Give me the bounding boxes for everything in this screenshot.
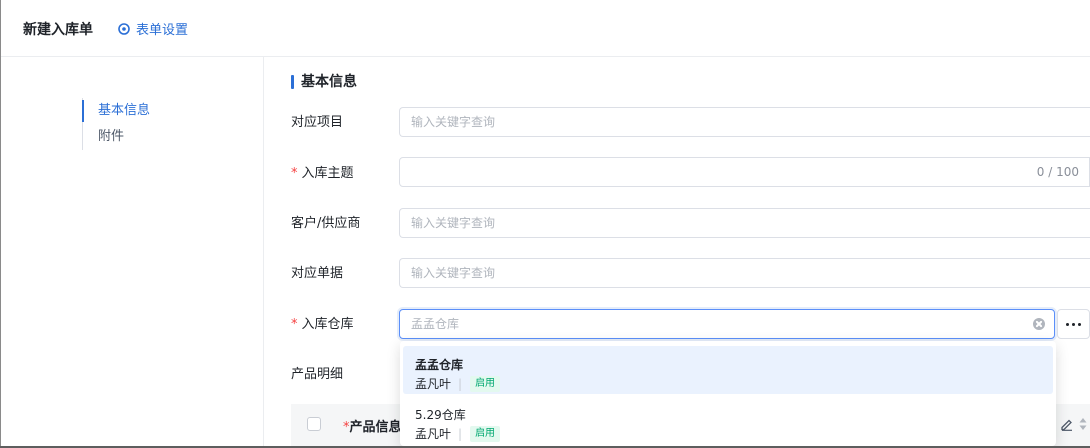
customer-field[interactable]: [399, 208, 1090, 238]
status-badge: 启用: [470, 375, 501, 392]
section-anchor-nav: 基本信息 附件: [81, 98, 151, 150]
settings-ring-icon: [118, 22, 130, 35]
document-field[interactable]: [399, 258, 1090, 288]
nav-item-attachments[interactable]: 附件: [83, 124, 150, 150]
more-options-button[interactable]: [1057, 309, 1090, 339]
char-counter: 0 / 100: [1036, 165, 1079, 179]
project-input[interactable]: [400, 108, 1062, 136]
warehouse-input[interactable]: [400, 310, 1022, 338]
project-field[interactable]: [399, 107, 1090, 137]
product-detail-label: 产品明细: [291, 367, 344, 382]
page-title: 新建入库单: [23, 22, 93, 38]
warehouse-option-meta: 孟凡叶 | 启用: [415, 375, 501, 392]
clear-icon[interactable]: [1033, 318, 1045, 330]
sort-icon[interactable]: [1078, 416, 1088, 432]
warehouse-owner: 孟凡叶: [415, 427, 452, 441]
customer-input[interactable]: [400, 209, 1062, 237]
warehouse-dropdown: 孟孟仓库 孟凡叶 | 启用 5.29仓库 孟凡叶 | 启用: [400, 341, 1056, 446]
status-badge: 启用: [470, 425, 501, 442]
project-label: 对应项目: [291, 115, 344, 130]
warehouse-option[interactable]: 孟孟仓库 孟凡叶 | 启用: [403, 346, 1053, 394]
form-settings-link[interactable]: 表单设置: [117, 19, 188, 38]
separator: |: [458, 376, 463, 391]
ellipsis-icon: [1066, 322, 1069, 326]
subject-field[interactable]: 0 / 100: [399, 157, 1090, 187]
required-mark: *: [291, 166, 298, 181]
warehouse-option[interactable]: 5.29仓库 孟凡叶 | 启用: [403, 396, 1053, 444]
edit-icon[interactable]: [1060, 417, 1074, 431]
nav-item-label: 基本信息: [98, 103, 151, 118]
nav-item-label: 附件: [98, 129, 125, 144]
select-all-checkbox[interactable]: [307, 417, 321, 431]
nav-item-basic-info[interactable]: 基本信息: [81, 98, 151, 124]
warehouse-label: * 入库仓库: [291, 317, 354, 332]
form-settings-label: 表单设置: [136, 23, 189, 38]
subject-label: * 入库主题: [291, 166, 354, 181]
warehouse-option-meta: 孟凡叶 | 启用: [415, 425, 501, 442]
document-input[interactable]: [400, 259, 1062, 287]
warehouse-owner: 孟凡叶: [415, 377, 452, 391]
page-header: 新建入库单 表单设置: [1, 0, 1090, 57]
document-label: 对应单据: [291, 266, 344, 281]
warehouse-select[interactable]: [399, 309, 1055, 339]
required-mark: *: [291, 317, 298, 332]
column-header-product: *产品信息: [343, 420, 402, 435]
warehouse-option-name: 5.29仓库: [415, 408, 466, 422]
section-title: 基本信息: [291, 73, 357, 91]
warehouse-option-name: 孟孟仓库: [415, 358, 464, 372]
customer-label: 客户/供应商: [291, 216, 361, 231]
subject-input[interactable]: [400, 158, 1062, 186]
separator: |: [458, 426, 463, 441]
